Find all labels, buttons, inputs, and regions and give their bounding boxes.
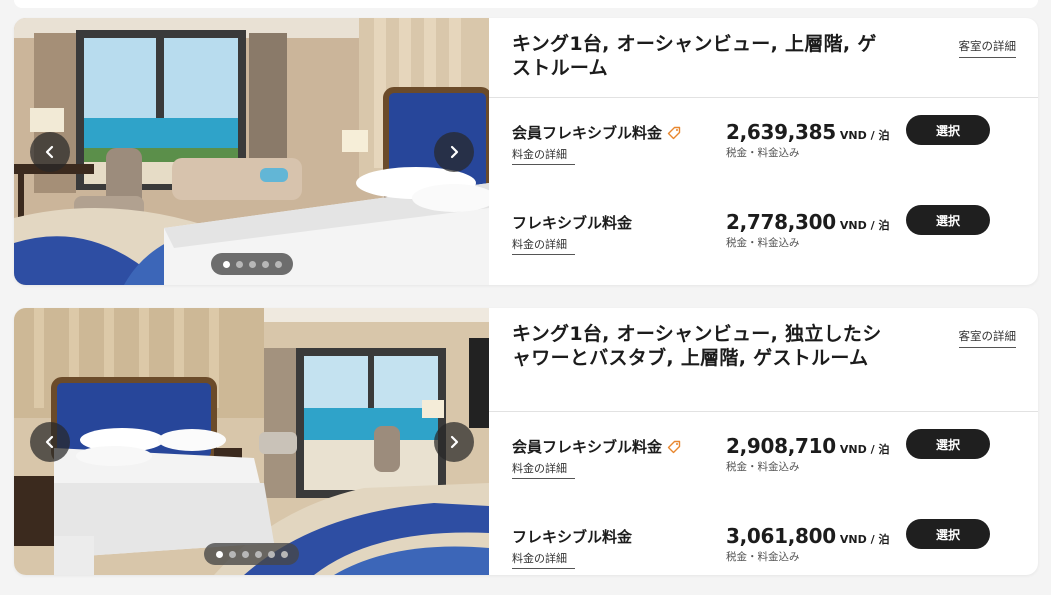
room-details-link[interactable]: 客室の詳細	[958, 328, 1016, 348]
pagination-dot[interactable]	[254, 550, 262, 558]
price: 3,061,800 VND / 泊	[726, 524, 889, 548]
rate-row: フレキシブル料金 料金の詳細 3,061,800 VND / 泊 税金・料金込み …	[512, 519, 1016, 575]
price: 2,778,300 VND / 泊	[726, 210, 889, 234]
chevron-left-icon	[45, 145, 54, 158]
pagination-dot[interactable]	[235, 260, 243, 268]
chevron-left-icon	[45, 435, 54, 448]
photo-pagination-dots	[204, 543, 299, 565]
room-info: キング1台, オーシャンビュー, 上層階, ゲストルーム 客室の詳細 会員フレキ…	[489, 18, 1038, 285]
room-photo	[14, 18, 489, 285]
select-button[interactable]: 選択	[906, 115, 990, 145]
room-details-link[interactable]: 客室の詳細	[958, 38, 1016, 58]
pagination-dot-active[interactable]	[215, 550, 223, 558]
price-note: 税金・料金込み	[726, 237, 800, 249]
room-title: キング1台, オーシャンビュー, 上層階, ゲストルーム	[512, 33, 877, 79]
room-card: キング1台, オーシャンビュー, 上層階, ゲストルーム 客室の詳細 会員フレキ…	[14, 18, 1038, 285]
photo-pagination-dots	[211, 253, 293, 275]
price-amount: 2,639,385	[726, 120, 836, 144]
pagination-dot[interactable]	[228, 550, 236, 558]
rate-row: 会員フレキシブル料金 料金の詳細 2,908,710 VND / 泊 税金・料金込…	[512, 429, 1016, 496]
divider	[489, 97, 1038, 98]
price-amount: 2,908,710	[726, 434, 836, 458]
select-button[interactable]: 選択	[906, 205, 990, 235]
photo-prev-button[interactable]	[30, 421, 70, 462]
price-note: 税金・料金込み	[726, 461, 800, 473]
rate-name: フレキシブル料金	[512, 212, 632, 233]
pagination-dot[interactable]	[248, 260, 256, 268]
room-card: キング1台, オーシャンビュー, 独立したシャワーとバスタブ, 上層階, ゲスト…	[14, 308, 1038, 575]
price-amount: 3,061,800	[726, 524, 836, 548]
photo-next-button[interactable]	[434, 131, 474, 172]
chevron-right-icon	[450, 435, 459, 448]
chevron-right-icon	[450, 145, 459, 158]
price-unit: VND / 泊	[839, 219, 890, 232]
photo-next-button[interactable]	[434, 421, 474, 462]
room-photo	[14, 308, 489, 575]
rate-name-label: 会員フレキシブル料金	[512, 124, 663, 142]
rate-details-link[interactable]: 料金の詳細	[512, 460, 575, 479]
photo-prev-button[interactable]	[30, 131, 70, 172]
rate-name-label: 会員フレキシブル料金	[512, 438, 663, 456]
room-photo-carousel[interactable]	[14, 18, 489, 285]
divider	[489, 411, 1038, 412]
select-button[interactable]: 選択	[906, 429, 990, 459]
rate-details-link[interactable]: 料金の詳細	[512, 236, 575, 255]
price: 2,639,385 VND / 泊	[726, 120, 889, 144]
price-note: 税金・料金込み	[726, 147, 800, 159]
room-photo-carousel[interactable]	[14, 308, 489, 575]
rate-row: フレキシブル料金 料金の詳細 2,778,300 VND / 泊 税金・料金込み …	[512, 205, 1016, 272]
pagination-dot[interactable]	[267, 550, 275, 558]
select-button[interactable]: 選択	[906, 519, 990, 549]
rate-name-label: フレキシブル料金	[512, 214, 633, 232]
rate-name: 会員フレキシブル料金	[512, 436, 681, 457]
previous-card-bottom	[14, 0, 1038, 8]
room-title: キング1台, オーシャンビュー, 独立したシャワーとバスタブ, 上層階, ゲスト…	[512, 323, 882, 369]
pagination-dot[interactable]	[241, 550, 249, 558]
room-info: キング1台, オーシャンビュー, 独立したシャワーとバスタブ, 上層階, ゲスト…	[489, 308, 1038, 575]
price-unit: VND / 泊	[839, 443, 890, 456]
price-unit: VND / 泊	[839, 129, 890, 142]
rate-row: 会員フレキシブル料金 料金の詳細 2,639,385 VND / 泊 税金・料金込…	[512, 115, 1016, 182]
tag-icon	[667, 126, 681, 139]
price-amount: 2,778,300	[726, 210, 836, 234]
rate-details-link[interactable]: 料金の詳細	[512, 146, 575, 165]
pagination-dot-active[interactable]	[222, 260, 230, 268]
rate-name: 会員フレキシブル料金	[512, 122, 681, 143]
rate-details-link[interactable]: 料金の詳細	[512, 550, 575, 569]
tag-icon	[667, 440, 681, 453]
pagination-dot[interactable]	[280, 550, 288, 558]
price: 2,908,710 VND / 泊	[726, 434, 889, 458]
pagination-dot[interactable]	[261, 260, 269, 268]
pagination-dot[interactable]	[274, 260, 282, 268]
rate-name: フレキシブル料金	[512, 526, 632, 547]
price-note: 税金・料金込み	[726, 551, 800, 563]
price-unit: VND / 泊	[839, 533, 890, 546]
rate-name-label: フレキシブル料金	[512, 528, 633, 546]
